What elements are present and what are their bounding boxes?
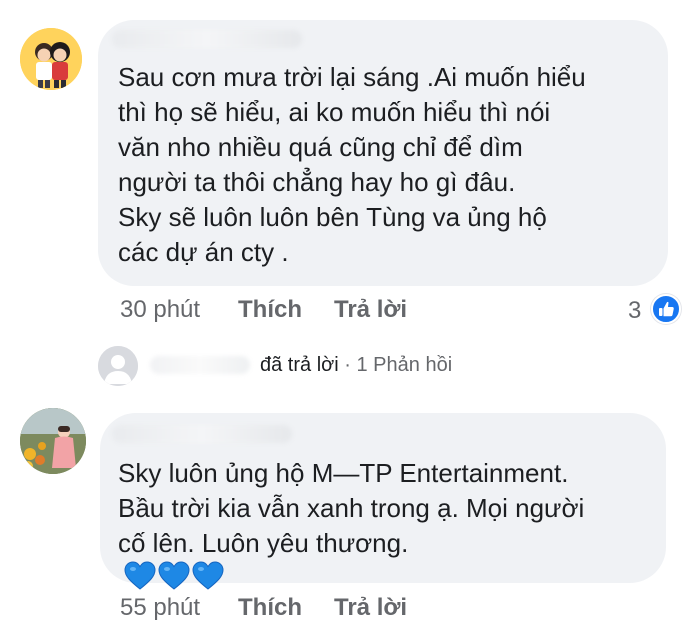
default-user-icon: [98, 346, 138, 386]
comment-actions: 55 phút Thích Trả lời: [120, 594, 440, 624]
comment-line: Sky sẽ luôn luôn bên Tùng va ủng hộ: [118, 202, 547, 232]
comment-line: Sky luôn ủng hộ M—TP Entertainment.: [118, 458, 569, 488]
like-button[interactable]: Thích: [238, 296, 302, 324]
reply-count: 1 Phản hồi: [356, 354, 453, 376]
comment-line: Sau cơn mưa trời lại sáng .Ai muốn hiểu: [118, 62, 586, 92]
photo-avatar-image: [20, 408, 86, 474]
comment-line: thì họ sẽ hiểu, ai ko muốn hiểu thì nói: [118, 97, 551, 127]
commenter-name-redacted[interactable]: [112, 425, 292, 443]
commenter-name-redacted[interactable]: [112, 30, 302, 48]
comment-timestamp[interactable]: 55 phút: [120, 594, 200, 621]
replier-name-redacted[interactable]: [150, 356, 250, 374]
comment-text: Sky luôn ủng hộ M—TP Entertainment. Bầu …: [118, 456, 584, 600]
comment-text: Sau cơn mưa trời lại sáng .Ai muốn hiểu …: [118, 60, 586, 270]
like-thumb-icon[interactable]: [651, 294, 681, 324]
comment-actions: 30 phút Thích Trả lời: [120, 296, 440, 326]
blue-heart-icon: [124, 561, 156, 590]
comment-timestamp[interactable]: 30 phút: [120, 296, 200, 323]
comment-line: cố lên. Luôn yêu thương.: [118, 528, 409, 558]
comment-line: các dự án cty .: [118, 237, 289, 267]
couple-avatar-image: [20, 28, 82, 90]
reply-separator: ·: [344, 354, 351, 376]
replier-avatar[interactable]: [98, 346, 138, 386]
commenter-avatar[interactable]: [20, 28, 82, 90]
comment-line: Bầu trời kia vẫn xanh trong ạ. Mọi người: [118, 493, 585, 523]
reply-button[interactable]: Trả lời: [334, 594, 407, 622]
view-replies-link[interactable]: đã trả lời · 1 Phản hồi: [260, 354, 452, 377]
comment-line: người ta thôi chẳng hay ho gì đâu.: [118, 167, 516, 197]
blue-heart-icon: [158, 561, 190, 590]
comment-line-with-emoji: cố lên. Luôn yêu thương.: [118, 526, 584, 600]
commenter-avatar[interactable]: [20, 408, 86, 474]
like-button[interactable]: Thích: [238, 594, 302, 622]
comment-line: văn nho nhiều quá cũng chỉ để dìm: [118, 132, 523, 162]
reaction-count[interactable]: 3: [628, 297, 641, 325]
blue-heart-icon: [192, 561, 224, 590]
reply-verb: đã trả lời: [260, 354, 339, 376]
reply-button[interactable]: Trả lời: [334, 296, 407, 324]
